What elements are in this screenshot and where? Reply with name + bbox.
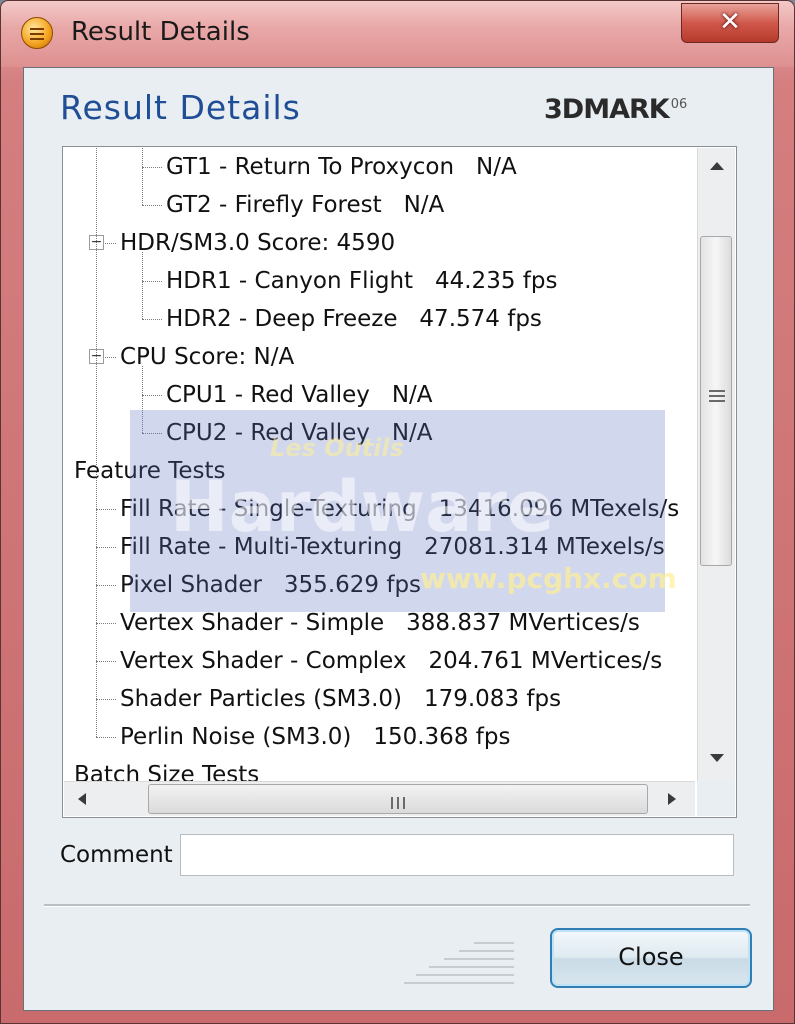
scroll-left-arrow-icon[interactable] — [78, 793, 86, 805]
vertical-scroll-thumb[interactable] — [700, 236, 732, 566]
tree-item[interactable]: GT1 - Return To Proxycon N/A — [166, 150, 517, 184]
brand-logo: 3DMARK 06 — [544, 94, 687, 125]
close-button[interactable]: Close — [550, 928, 752, 988]
tree-connector — [96, 509, 116, 510]
tree-item[interactable]: Vertex Shader - Complex 204.761 MVertice… — [120, 644, 662, 678]
tree-viewport[interactable]: GT1 - Return To Proxycon N/A GT2 - Firefl… — [64, 148, 695, 782]
tree-connector — [142, 433, 162, 434]
tree-connector — [142, 252, 143, 319]
tree-item[interactable]: CPU2 - Red Valley N/A — [166, 416, 433, 450]
tree-item[interactable]: Pixel Shader 355.629 fps — [120, 568, 421, 602]
grip-icon — [389, 794, 409, 809]
window-title: Result Details — [71, 17, 250, 47]
tree-item[interactable]: Shader Particles (SM3.0) 179.083 fps — [120, 682, 561, 716]
comment-label: Comment — [60, 842, 173, 868]
tree-item[interactable]: Batch Size Tests — [74, 758, 259, 782]
tree-connector — [96, 699, 116, 700]
vertical-scrollbar[interactable] — [697, 148, 735, 782]
tree-connector — [96, 148, 97, 737]
brand-name: 3DMARK — [544, 94, 670, 125]
tree-connector — [96, 585, 116, 586]
scroll-up-arrow-icon[interactable] — [710, 162, 724, 170]
tree-item[interactable]: HDR1 - Canyon Flight 44.235 fps — [166, 264, 557, 298]
dialog-body: Result Details 3DMARK 06 GT1 - Return To … — [23, 67, 774, 1011]
close-icon: ✕ — [719, 7, 741, 37]
decorative-lines-icon — [404, 938, 514, 994]
scrollbar-corner — [697, 781, 735, 816]
horizontal-scroll-thumb[interactable] — [148, 784, 648, 814]
tree-connector — [142, 148, 143, 205]
title-bar[interactable]: Result Details ✕ — [1, 1, 794, 67]
tree-item[interactable]: CPU1 - Red Valley N/A — [166, 378, 433, 412]
comment-input[interactable] — [180, 834, 734, 876]
tree-item[interactable]: CPU Score: N/A — [120, 340, 294, 374]
tree-connector — [142, 205, 162, 206]
result-details-window: Result Details ✕ Result Details 3DMARK 06… — [0, 0, 795, 1024]
page-title: Result Details — [60, 88, 301, 127]
tree-connector — [96, 623, 116, 624]
tree-connector — [96, 547, 116, 548]
tree-connector — [142, 281, 162, 282]
tree-connector — [142, 366, 143, 433]
tree-item[interactable]: Fill Rate - Multi-Texturing 27081.314 MT… — [120, 530, 665, 564]
brand-version: 06 — [670, 97, 688, 112]
tree-item[interactable]: GT2 - Firefly Forest N/A — [166, 188, 444, 222]
results-tree[interactable]: GT1 - Return To Proxycon N/A GT2 - Firefl… — [62, 146, 737, 818]
app-menu-icon[interactable] — [21, 17, 53, 49]
tree-connector — [96, 661, 116, 662]
grip-icon — [709, 387, 725, 405]
horizontal-scrollbar[interactable] — [64, 781, 695, 816]
tree-connector — [96, 737, 116, 738]
tree-item[interactable]: Vertex Shader - Simple 388.837 MVertices… — [120, 606, 640, 640]
scroll-right-arrow-icon[interactable] — [668, 793, 676, 805]
tree-connector — [142, 167, 162, 168]
tree-item[interactable]: Perlin Noise (SM3.0) 150.368 fps — [120, 720, 510, 754]
scroll-down-arrow-icon[interactable] — [710, 754, 724, 762]
divider — [44, 904, 750, 907]
tree-item[interactable]: Fill Rate - Single-Texturing 13416.096 M… — [120, 492, 679, 526]
tree-item[interactable]: HDR2 - Deep Freeze 47.574 fps — [166, 302, 542, 336]
tree-item[interactable]: HDR/SM3.0 Score: 4590 — [120, 226, 395, 260]
window-close-button[interactable]: ✕ — [681, 3, 779, 43]
tree-connector — [142, 319, 162, 320]
tree-connector — [142, 395, 162, 396]
